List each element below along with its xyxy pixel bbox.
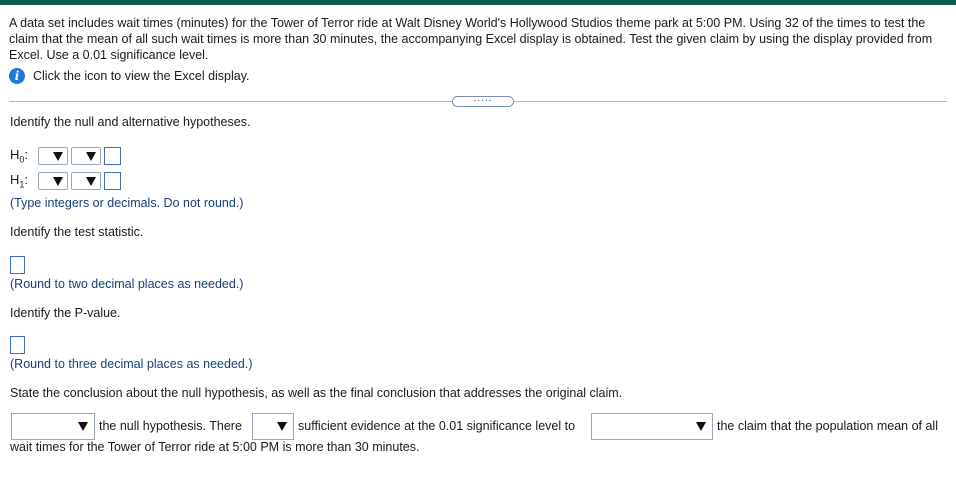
h0-parameter-dropdown[interactable] xyxy=(38,147,68,165)
test-statistic-prompt: Identify the test statistic. xyxy=(10,225,144,239)
conclusion-prompt: State the conclusion about the null hypo… xyxy=(10,386,623,400)
hypotheses-hint: (Type integers or decimals. Do not round… xyxy=(10,196,244,210)
alternative-hypothesis-row: H1: xyxy=(10,172,121,190)
conclusion-text-4: wait times for the Tower of Terror ride … xyxy=(10,440,420,454)
chevron-down-icon xyxy=(277,422,287,431)
test-statistic-hint: (Round to two decimal places as needed.) xyxy=(10,277,244,291)
conclusion-text-2: sufficient evidence at the 0.01 signific… xyxy=(298,419,576,433)
chevron-down-icon xyxy=(86,177,96,186)
excel-display-link[interactable]: Click the icon to view the Excel display… xyxy=(33,69,250,83)
info-icon[interactable]: i xyxy=(9,68,25,84)
conclusion-text-1: the null hypothesis. There xyxy=(99,419,242,433)
expand-collapse-button[interactable]: ..... xyxy=(452,94,514,107)
conclusion-text-3: the claim that the population mean of al… xyxy=(717,419,938,433)
claim-decision-dropdown[interactable] xyxy=(591,413,713,440)
h0-value-input[interactable] xyxy=(104,147,121,165)
h1-value-input[interactable] xyxy=(104,172,121,190)
null-hypothesis-label: H0: xyxy=(10,147,29,165)
test-statistic-input[interactable] xyxy=(10,256,25,274)
p-value-prompt: Identify the P-value. xyxy=(10,306,121,320)
h1-parameter-dropdown[interactable] xyxy=(38,172,68,190)
excel-display-link-row[interactable]: i Click the icon to view the Excel displ… xyxy=(9,68,250,84)
chevron-down-icon xyxy=(53,152,63,161)
chevron-down-icon xyxy=(86,152,96,161)
null-decision-dropdown[interactable] xyxy=(11,413,95,440)
hypotheses-prompt: Identify the null and alternative hypoth… xyxy=(10,115,251,129)
chevron-down-icon xyxy=(53,177,63,186)
evidence-dropdown[interactable] xyxy=(252,413,294,440)
h1-operator-dropdown[interactable] xyxy=(71,172,101,190)
p-value-hint: (Round to three decimal places as needed… xyxy=(10,357,253,371)
top-bar xyxy=(0,0,956,5)
chevron-down-icon xyxy=(696,422,706,431)
problem-statement: A data set includes wait times (minutes)… xyxy=(9,16,933,62)
p-value-input[interactable] xyxy=(10,336,25,354)
h0-operator-dropdown[interactable] xyxy=(71,147,101,165)
alternative-hypothesis-label: H1: xyxy=(10,172,29,190)
null-hypothesis-row: H0: xyxy=(10,147,121,165)
chevron-down-icon xyxy=(78,422,88,431)
